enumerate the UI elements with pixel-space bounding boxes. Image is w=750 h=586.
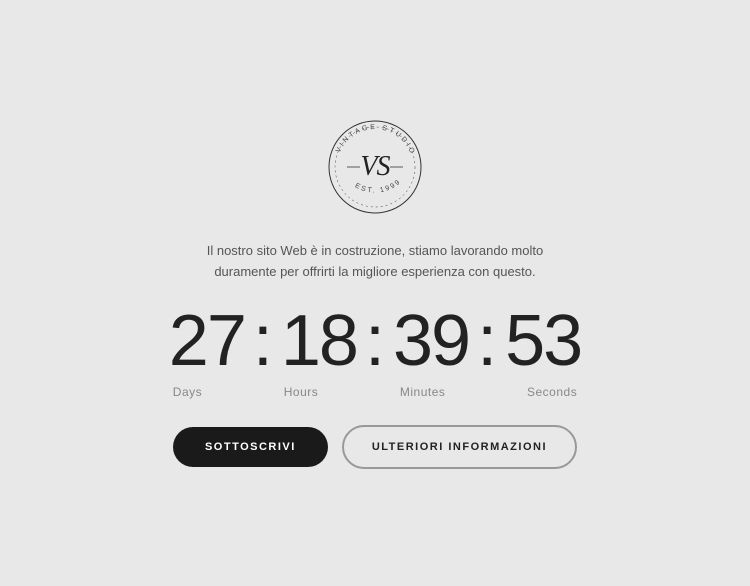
label-seconds: Seconds (527, 385, 577, 399)
separator-1: : (253, 305, 273, 377)
subscribe-button[interactable]: SOTTOSCRIVI (173, 427, 328, 467)
countdown-labels: Days Hours Minutes Seconds (169, 385, 581, 399)
countdown-hours: 18 (281, 305, 357, 377)
countdown-days-unit: 27 (169, 305, 245, 377)
button-group: SOTTOSCRIVI ULTERIORI INFORMAZIONI (173, 425, 577, 469)
label-hours: Hours (284, 385, 319, 399)
tagline-text: Il nostro sito Web è in costruzione, sti… (205, 241, 545, 283)
countdown-minutes-unit: 39 (393, 305, 469, 377)
main-container: VINTAGE STUDIO EST. 1999 VS Il nostro si… (169, 117, 581, 469)
countdown-display: 27 : 18 : 39 : 53 (169, 305, 581, 377)
logo-wrapper: VINTAGE STUDIO EST. 1999 VS (325, 117, 425, 217)
countdown-minutes: 39 (393, 305, 469, 377)
countdown-hours-unit: 18 (281, 305, 357, 377)
logo-vs-text: VS (360, 151, 389, 183)
countdown-seconds-unit: 53 (505, 305, 581, 377)
countdown-seconds: 53 (505, 305, 581, 377)
label-days: Days (173, 385, 202, 399)
separator-3: : (477, 305, 497, 377)
separator-2: : (365, 305, 385, 377)
label-minutes: Minutes (400, 385, 446, 399)
more-info-button[interactable]: ULTERIORI INFORMAZIONI (342, 425, 577, 469)
logo-circle: VINTAGE STUDIO EST. 1999 VS (325, 117, 425, 217)
countdown-days: 27 (169, 305, 245, 377)
